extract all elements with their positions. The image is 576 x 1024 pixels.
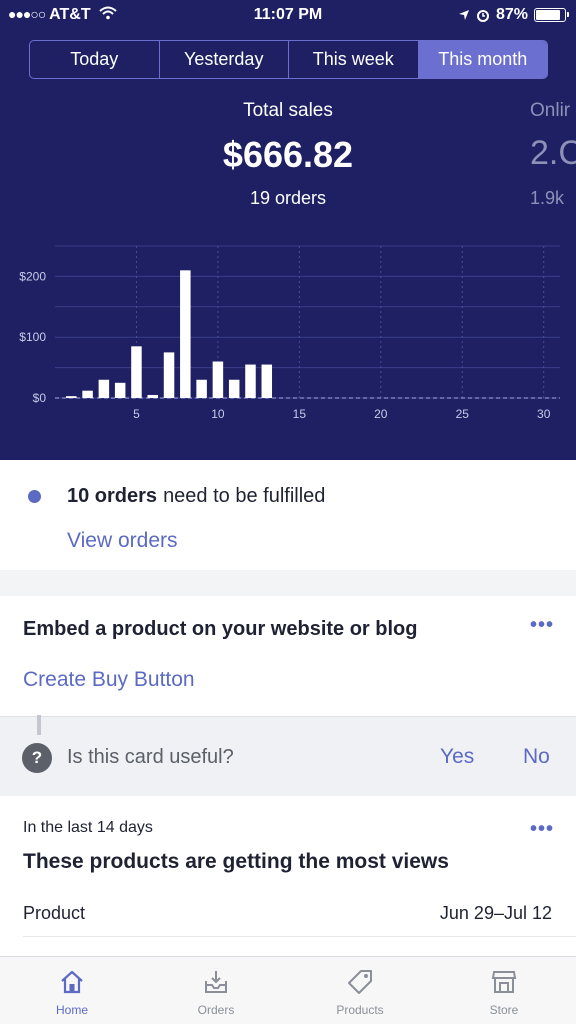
chart-bar bbox=[98, 379, 110, 398]
period-selector: Today Yesterday This week This month bbox=[29, 40, 548, 79]
tab-store-label: Store bbox=[489, 1003, 519, 1017]
status-bar: ●●●○○ AT&T 11:07 PM 87% bbox=[0, 0, 576, 32]
metric-online-label: Onlir bbox=[530, 100, 571, 121]
card-feedback-bar: ? Is this card useful? Yes No bbox=[0, 715, 576, 796]
alarm-icon bbox=[476, 10, 489, 22]
views-card-title: These products are getting the most view… bbox=[23, 850, 449, 873]
date-range: Jun 29–Jul 12 bbox=[439, 903, 552, 923]
tab-this-week[interactable]: This week bbox=[289, 41, 419, 78]
connector-divider bbox=[37, 715, 41, 735]
tab-products-label: Products bbox=[336, 1003, 384, 1017]
product-column-header: Product bbox=[23, 903, 86, 923]
metric-visits-sub: sitors bbox=[0, 188, 74, 209]
chart-bar bbox=[114, 382, 126, 398]
total-sales-orders: 19 orders bbox=[249, 188, 327, 208]
chart-bar bbox=[131, 346, 142, 398]
chart-bar bbox=[212, 361, 224, 398]
tab-products[interactable]: Products bbox=[288, 957, 432, 1024]
x-tick-label: 5 bbox=[133, 407, 140, 421]
battery-icon bbox=[534, 8, 569, 22]
orders-inbox-icon bbox=[205, 971, 227, 993]
chart-bar bbox=[245, 364, 256, 398]
tab-today[interactable]: Today bbox=[30, 41, 160, 78]
chart-bar bbox=[66, 396, 77, 398]
chart-bar bbox=[147, 394, 158, 398]
y-tick-label: $0 bbox=[33, 391, 47, 405]
store-icon bbox=[491, 971, 517, 993]
x-tick-label: 15 bbox=[293, 407, 307, 421]
tab-home[interactable]: Home bbox=[0, 957, 144, 1024]
tab-orders[interactable]: Orders bbox=[144, 957, 288, 1024]
metric-visits[interactable]: visits 49 sitors bbox=[0, 100, 74, 209]
status-dot-icon bbox=[28, 490, 41, 503]
divider bbox=[23, 936, 576, 937]
embed-card-title: Embed a product on your website or blog bbox=[23, 618, 418, 640]
status-right: 87% bbox=[458, 6, 569, 24]
help-question-icon: ? bbox=[22, 743, 52, 773]
more-options-icon[interactable]: ••• bbox=[530, 614, 554, 637]
sales-bar-chart: $0 $100 $200 5 10 15 20 25 30 bbox=[19, 245, 560, 421]
metric-online-sub: 1.9k bbox=[530, 188, 565, 208]
chart-bar bbox=[180, 270, 191, 398]
bottom-tab-bar: Home Orders Products Store bbox=[0, 956, 576, 1024]
chart-bar bbox=[261, 364, 273, 398]
total-sales-label: Total sales bbox=[243, 100, 333, 121]
y-tick-label: $100 bbox=[19, 330, 46, 344]
fulfill-text: need to be fulfilled bbox=[163, 485, 326, 507]
x-tick-label: 10 bbox=[211, 407, 225, 421]
chart-bar bbox=[196, 379, 207, 398]
feedback-question: Is this card useful? bbox=[67, 746, 234, 768]
view-orders-link[interactable]: View orders bbox=[67, 529, 178, 553]
create-buy-button-link[interactable]: Create Buy Button bbox=[23, 668, 195, 692]
metric-visits-value: 49 bbox=[0, 134, 74, 178]
sales-overview-header: ●●●○○ AT&T 11:07 PM 87% Today Yesterday … bbox=[0, 0, 576, 460]
most-viewed-products-card: In the last 14 days ••• These products a… bbox=[0, 796, 576, 956]
location-arrow-icon bbox=[458, 10, 469, 20]
embed-product-card: Embed a product on your website or blog … bbox=[0, 596, 576, 716]
tab-store[interactable]: Store bbox=[432, 957, 576, 1024]
tab-home-label: Home bbox=[55, 1003, 88, 1017]
fulfill-orders-card: 10 orders need to be fulfilled View orde… bbox=[0, 460, 576, 570]
views-card-caption: In the last 14 days bbox=[23, 819, 153, 836]
fulfill-count: 10 orders bbox=[67, 485, 158, 507]
x-tick-label: 30 bbox=[537, 407, 551, 421]
x-tick-label: 25 bbox=[456, 407, 470, 421]
y-tick-label: $200 bbox=[19, 269, 46, 283]
tab-this-month[interactable]: This month bbox=[418, 41, 547, 78]
home-icon bbox=[61, 970, 83, 994]
more-options-icon[interactable]: ••• bbox=[530, 818, 554, 841]
chart-bar bbox=[82, 390, 93, 398]
metric-online[interactable]: Onlir 2.C 1.9k bbox=[530, 100, 576, 209]
tab-orders-label: Orders bbox=[197, 1003, 235, 1017]
chart-bar bbox=[228, 379, 240, 398]
tag-icon bbox=[348, 970, 372, 994]
total-sales-value: $666.82 bbox=[222, 134, 354, 175]
x-tick-label: 20 bbox=[374, 407, 388, 421]
tab-yesterday[interactable]: Yesterday bbox=[160, 41, 289, 78]
metric-total-sales[interactable]: Total sales $666.82 19 orders bbox=[138, 100, 438, 209]
metric-online-value: 2.C bbox=[530, 134, 576, 172]
metric-visits-label: visits bbox=[0, 100, 74, 128]
feedback-no-button[interactable]: No bbox=[523, 745, 550, 769]
chart-bar bbox=[163, 352, 175, 398]
feedback-yes-button[interactable]: Yes bbox=[440, 745, 474, 769]
fulfill-message: 10 orders need to be fulfilled bbox=[28, 485, 325, 508]
battery-percent: 87% bbox=[495, 6, 528, 23]
